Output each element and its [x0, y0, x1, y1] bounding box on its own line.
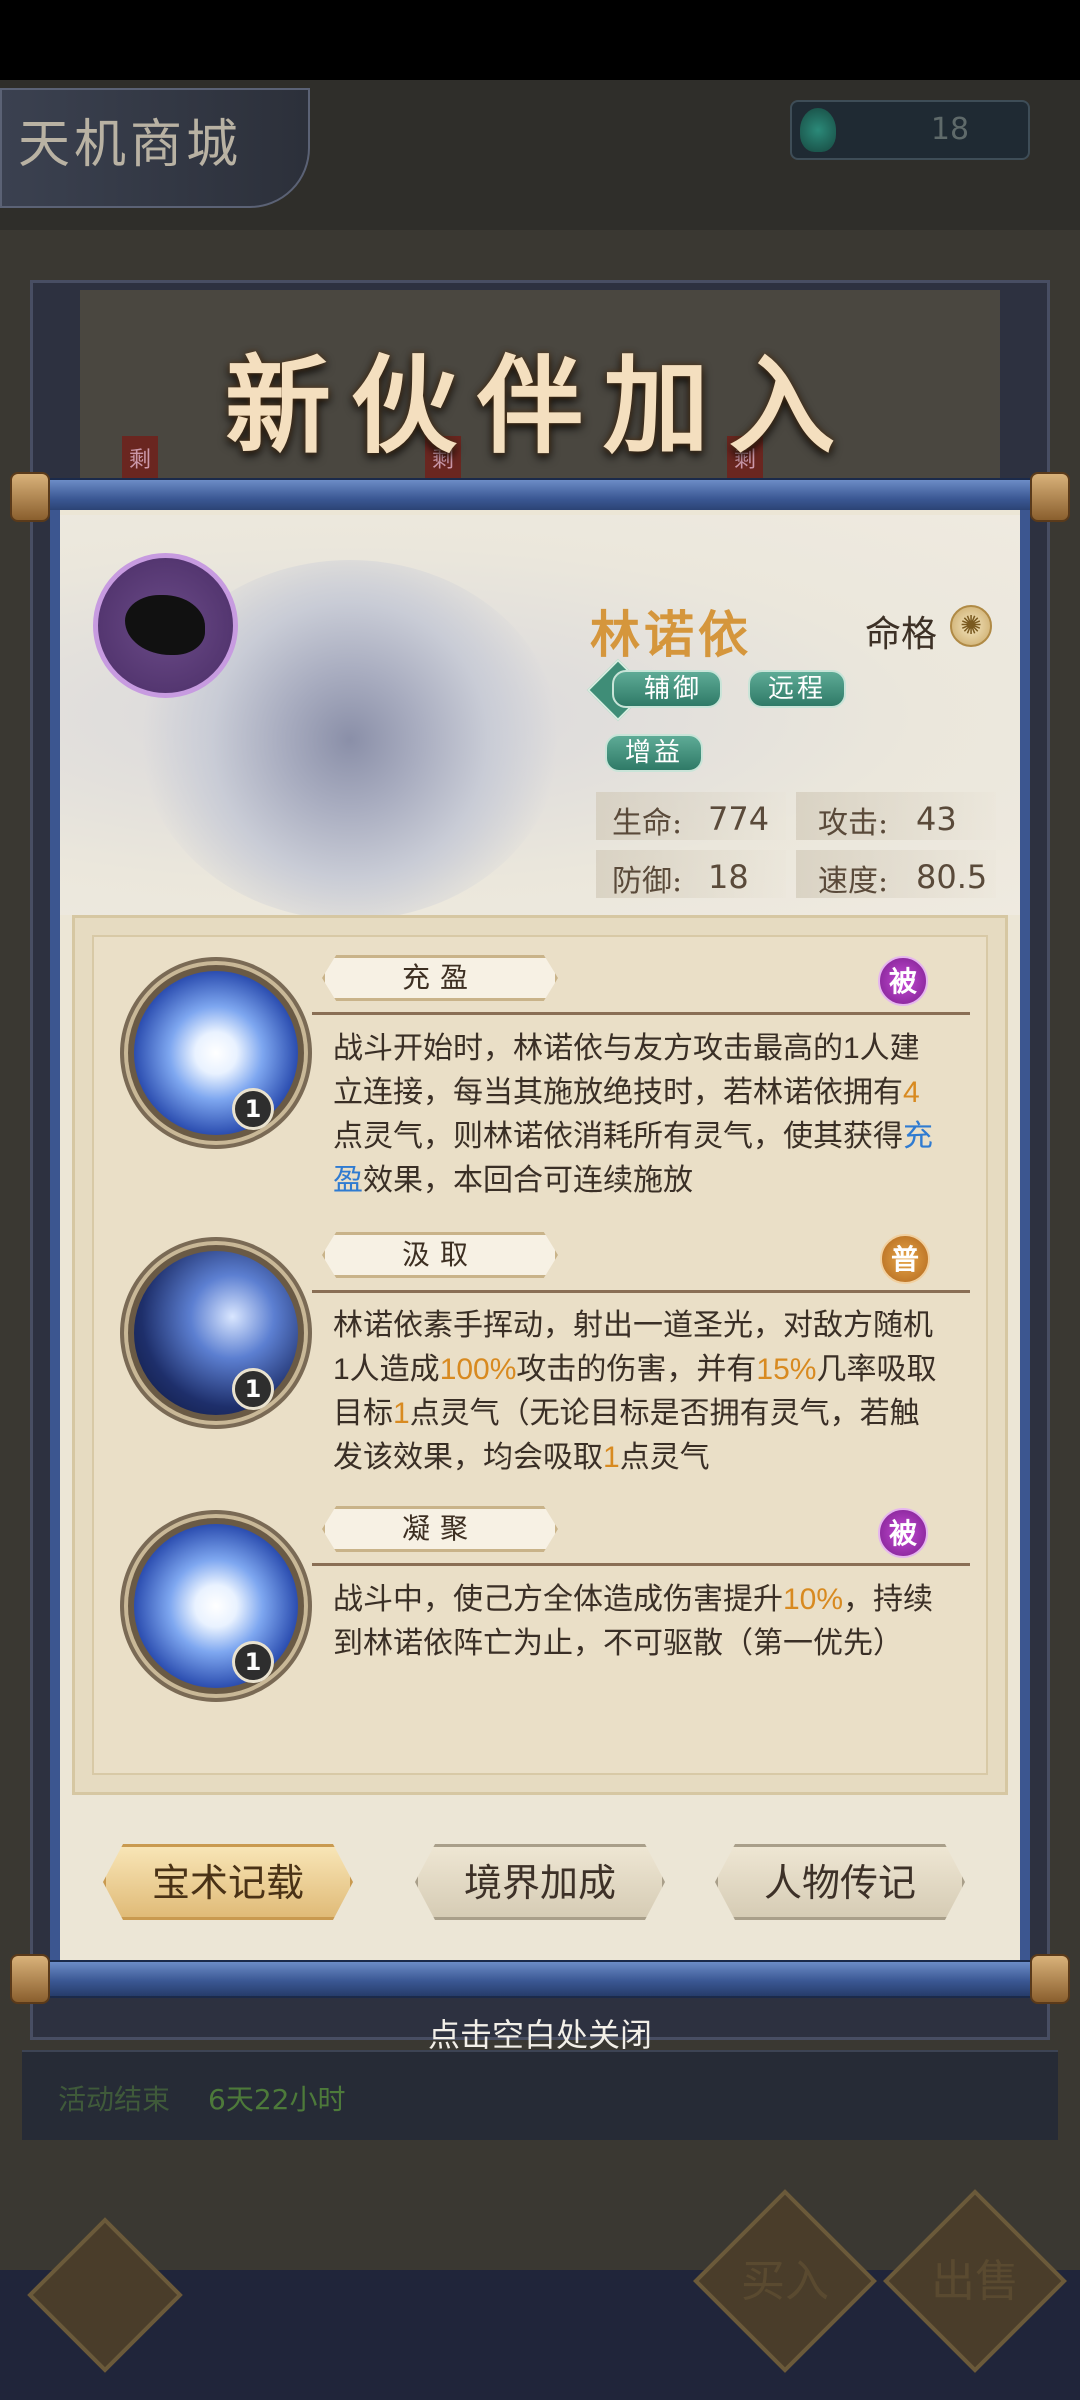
skill-level-badge: 1: [232, 1088, 274, 1130]
atk-label: 攻击:: [818, 806, 889, 841]
skill-divider: [312, 1290, 970, 1293]
event-bar: [22, 2050, 1058, 2140]
range-tag: 远程: [748, 670, 847, 708]
scroll-rod-cap: [10, 472, 50, 522]
skill-level-badge: 1: [232, 1641, 274, 1683]
sell-label: 出售: [931, 2256, 1019, 2307]
close-hint[interactable]: 点击空白处关闭: [0, 2010, 1080, 2056]
scroll-rod-cap: [1030, 1954, 1070, 2004]
role-tag: 辅御: [612, 670, 723, 708]
character-name: 林诺依: [590, 605, 752, 664]
dialog-title: 新伙伴加入: [225, 343, 855, 468]
scroll-rod-cap: [10, 1954, 50, 2004]
spd-label: 速度:: [818, 864, 889, 899]
skill-description: 林诺依素手挥动，射出一道圣光，对敌方随机1人造成100%攻击的伤害，并有15%几…: [333, 1309, 937, 1474]
buy-label: 买入: [741, 2256, 829, 2307]
treasure-record-button[interactable]: 宝术记载: [103, 1844, 353, 1920]
skill-description: 战斗开始时，林诺依与友方攻击最高的1人建立连接，每当其施放绝技时，若林诺依拥有4…: [333, 1032, 933, 1197]
passive-skill-icon: 被: [878, 1508, 928, 1558]
effect-tag: 增益: [605, 734, 704, 772]
def-value: 18: [708, 858, 749, 896]
def-label: 防御:: [612, 864, 683, 899]
skill-name: 凝聚: [322, 1506, 558, 1552]
currency-value: 18: [930, 112, 970, 147]
skill-icon-jiqu[interactable]: [128, 1245, 304, 1421]
skill-divider: [312, 1012, 970, 1015]
realm-bonus-button[interactable]: 境界加成: [415, 1844, 665, 1920]
jade-icon: [800, 108, 836, 152]
skill-name: 汲取: [322, 1232, 558, 1278]
event-end-label: 活动结束: [58, 2083, 171, 2116]
hp-label: 生命:: [612, 806, 683, 841]
normal-skill-icon: 普: [880, 1234, 930, 1284]
fate-label[interactable]: 命格: [865, 605, 937, 657]
atk-value: 43: [916, 800, 957, 838]
skill-name: 充盈: [322, 955, 558, 1001]
skill-description: 战斗中，使己方全体造成伤害提升10%，持续到林诺依阵亡为止，不可驱散（第一优先）: [333, 1583, 934, 1660]
skill-level-badge: 1: [232, 1368, 274, 1410]
skill-divider: [312, 1563, 970, 1566]
biography-button[interactable]: 人物传记: [715, 1844, 965, 1920]
skill-icon-ningju[interactable]: [128, 1518, 304, 1694]
passive-skill-icon: 被: [878, 956, 928, 1006]
hp-value: 774: [708, 800, 770, 838]
event-time: 6天22小时: [208, 2083, 346, 2116]
shop-title: 天机商城: [18, 115, 243, 175]
skill-icon-chongying[interactable]: [128, 965, 304, 1141]
status-bar: [0, 0, 1080, 80]
fate-icon[interactable]: ✺: [950, 605, 992, 647]
scroll-rod-cap: [1030, 472, 1070, 522]
scroll-rod-bottom: [14, 1960, 1066, 1998]
spd-value: 80.5: [916, 858, 988, 896]
